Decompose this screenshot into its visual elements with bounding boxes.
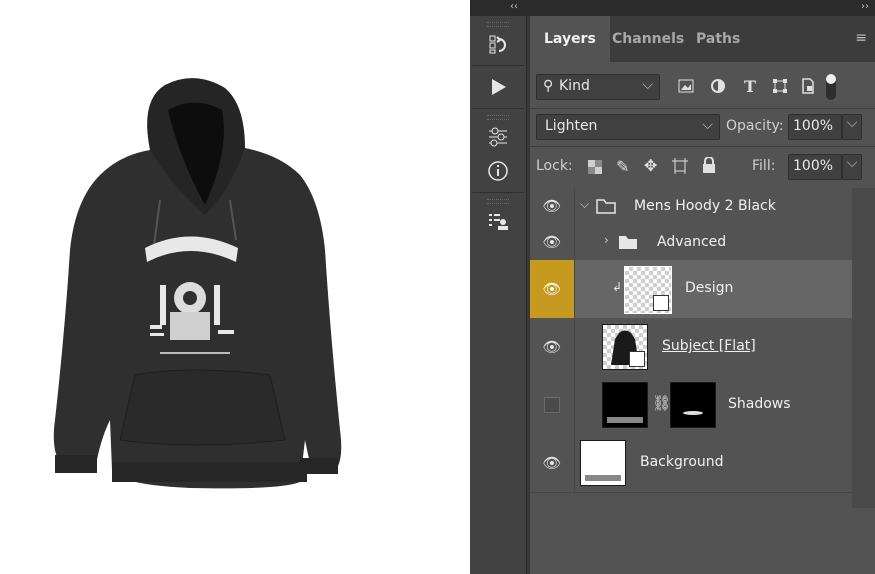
layer-row[interactable]: 👁 ⌵ Mens Hoody 2 Black — [530, 188, 852, 225]
eye-icon: 👁 — [542, 338, 562, 356]
opacity-dropdown-icon[interactable]: ⌵ — [842, 114, 862, 140]
lock-row: Lock: ✎ ✥ Fill: 100% ⌵ — [530, 154, 875, 180]
shape-filter-icon[interactable] — [770, 74, 790, 98]
layer-thumbnail[interactable] — [624, 266, 672, 314]
adjustments-sliders-icon[interactable] — [470, 120, 526, 154]
layer-list: 👁 ⌵ Mens Hoody 2 Black 👁 › Advanced 👁 ↲ — [530, 188, 852, 508]
filter-kind-label: Kind — [559, 78, 590, 94]
layer-mask-thumbnail[interactable] — [670, 382, 716, 428]
fill-dropdown-icon[interactable]: ⌵ — [842, 154, 862, 180]
search-icon: ⚲ — [543, 78, 554, 94]
layer-name: Background — [640, 454, 724, 470]
chevron-down-icon: ⌵ — [702, 117, 713, 133]
chevron-down-icon[interactable]: ⌵ — [580, 197, 589, 212]
clipping-mask-icon: ↲ — [612, 280, 623, 294]
smart-object-icon — [653, 295, 669, 311]
tab-paths[interactable]: Paths — [696, 16, 740, 62]
folder-icon — [618, 234, 638, 254]
play-actions-icon[interactable] — [470, 70, 526, 104]
type-filter-icon[interactable]: T — [740, 74, 760, 98]
photoshop-panels: ‹‹ ›› Layers Channels Paths ≡ ⚲ Kind ⌵ T… — [470, 0, 875, 574]
layer-name: Design — [685, 280, 734, 296]
layer-thumbnail[interactable] — [602, 382, 648, 428]
visibility-toggle[interactable]: 👁 — [530, 188, 575, 224]
panel-menu-icon[interactable]: ≡ — [855, 30, 867, 46]
lock-transparent-pixels-icon[interactable] — [588, 159, 602, 178]
layer-row[interactable]: 👁 Background — [530, 434, 852, 493]
visibility-toggle[interactable]: 👁 — [530, 318, 575, 376]
layer-row[interactable]: 👁 › Advanced — [530, 224, 852, 261]
layer-thumbnail[interactable] — [580, 440, 626, 486]
panel-header-strip: ‹‹ ›› — [470, 0, 875, 16]
hidden-visibility-box — [544, 397, 560, 413]
visibility-toggle[interactable] — [530, 376, 575, 434]
fill-value: 100% — [793, 158, 834, 174]
filter-row: ⚲ Kind ⌵ T — [530, 74, 875, 100]
layer-name: Subject [Flat] — [662, 338, 756, 354]
tab-channels[interactable]: Channels — [612, 16, 684, 62]
lock-artboard-icon[interactable] — [672, 158, 688, 178]
lock-position-icon[interactable]: ✥ — [644, 156, 657, 175]
panel-tabs: Layers Channels Paths ≡ — [530, 16, 875, 62]
visibility-toggle[interactable]: 👁 — [530, 260, 575, 318]
chevron-right-icon[interactable]: › — [604, 233, 609, 247]
smart-object-filter-icon[interactable] — [798, 74, 818, 98]
fill-label: Fill: — [752, 158, 776, 174]
blend-mode-value: Lighten — [545, 118, 598, 134]
hoodie-mockup-image — [53, 78, 342, 489]
lock-image-pixels-icon[interactable]: ✎ — [616, 157, 629, 176]
layers-panel: Layers Channels Paths ≡ ⚲ Kind ⌵ T Light… — [530, 16, 875, 574]
opacity-field[interactable]: 100% — [788, 114, 842, 140]
blend-row: Lighten ⌵ Opacity: 100% ⌵ — [530, 114, 875, 140]
adjustment-filter-icon[interactable] — [708, 74, 728, 98]
layer-row[interactable]: 👁 Subject [Flat] — [530, 318, 852, 377]
eye-icon: 👁 — [542, 197, 562, 215]
layer-name: Shadows — [728, 396, 791, 412]
tab-layers[interactable]: Layers — [530, 16, 610, 62]
opacity-value: 100% — [793, 118, 834, 134]
eye-icon: 👁 — [542, 280, 562, 298]
layer-row-selected[interactable]: 👁 ↲ Design — [530, 260, 852, 319]
smart-object-icon — [629, 351, 645, 367]
layer-thumbnail[interactable] — [602, 324, 648, 370]
history-icon[interactable] — [470, 27, 526, 61]
side-tool-column — [470, 16, 527, 574]
pixel-filter-icon[interactable] — [676, 74, 696, 98]
filter-kind-select[interactable]: ⚲ Kind ⌵ — [536, 74, 660, 100]
link-icon[interactable]: ⛓ — [652, 394, 671, 412]
document-canvas[interactable] — [0, 0, 470, 574]
collapse-right-button[interactable]: ›› — [861, 1, 869, 12]
layer-row[interactable]: ⛓ Shadows — [530, 376, 852, 435]
eye-icon: 👁 — [542, 454, 562, 472]
layer-name: Advanced — [657, 234, 727, 250]
visibility-toggle[interactable]: 👁 — [530, 434, 575, 492]
layer-name: Mens Hoody 2 Black — [634, 198, 776, 214]
lock-all-icon[interactable] — [702, 156, 716, 177]
collapse-left-button[interactable]: ‹‹ — [510, 1, 518, 12]
eye-icon: 👁 — [542, 233, 562, 251]
folder-icon — [596, 198, 616, 218]
layers-scrollbar[interactable] — [852, 188, 875, 508]
chevron-down-icon: ⌵ — [642, 77, 653, 93]
layer-comps-icon[interactable] — [470, 204, 526, 238]
visibility-toggle[interactable]: 👁 — [530, 224, 575, 260]
lock-label: Lock: — [536, 158, 573, 174]
filter-toggle-switch[interactable] — [826, 74, 836, 100]
blend-mode-select[interactable]: Lighten ⌵ — [536, 114, 720, 140]
opacity-label: Opacity: — [726, 118, 784, 134]
fill-field[interactable]: 100% — [788, 154, 842, 180]
info-icon[interactable] — [470, 154, 526, 188]
